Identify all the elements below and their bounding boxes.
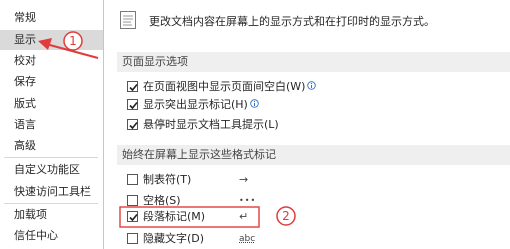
nav-divider — [4, 157, 98, 158]
checkbox-unchecked[interactable] — [127, 174, 138, 185]
paragraph-mark-icon: ↵ — [239, 210, 249, 223]
option-label: 段落标记(M) — [143, 210, 206, 223]
nav-item-advanced[interactable]: 高级 — [0, 136, 103, 156]
option-label: 在页面视图中显示页面间空白(W) — [143, 80, 306, 93]
space-mark-icon: ••• — [239, 196, 257, 205]
section-header-formatting-marks: 始终在屏幕上显示这些格式标记 — [117, 145, 510, 165]
checkbox-unchecked[interactable] — [127, 233, 138, 244]
nav-item-trust-center[interactable]: 信任中心 — [0, 226, 103, 246]
checkbox-checked[interactable] — [127, 99, 138, 110]
nav-item-quick-access-toolbar[interactable]: 快速访问工具栏 — [0, 182, 103, 202]
hidden-text-mark-icon: abc — [239, 234, 256, 244]
nav-item-display[interactable]: 显示 — [0, 30, 103, 50]
display-settings-icon — [120, 11, 142, 32]
tab-mark-icon: → — [239, 173, 249, 186]
nav-item-language[interactable]: 语言 — [0, 115, 103, 135]
nav-item-customize-ribbon[interactable]: 自定义功能区 — [0, 160, 103, 180]
info-icon — [250, 97, 259, 113]
option-label: 制表符(T) — [143, 173, 192, 186]
options-content: 更改文档内容在屏幕上的显示方式和在打印时的显示方式。 页面显示选项 在页面视图中… — [105, 0, 510, 249]
options-nav-pane: 常规 显示 校对 保存 版式 语言 高级 自定义功能区 快速访问工具栏 加载项 … — [0, 0, 104, 249]
nav-divider — [4, 203, 98, 204]
checkbox-checked[interactable] — [127, 119, 138, 130]
section-header-page-display: 页面显示选项 — [117, 52, 510, 72]
info-icon — [307, 79, 317, 95]
nav-item-save[interactable]: 保存 — [0, 72, 103, 92]
checkbox-checked[interactable] — [127, 211, 138, 222]
checkbox-checked[interactable] — [127, 81, 138, 92]
option-label: 隐藏文字(D) — [143, 232, 205, 245]
nav-item-addins[interactable]: 加载项 — [0, 205, 103, 225]
nav-item-general[interactable]: 常规 — [0, 8, 103, 28]
checkbox-unchecked[interactable] — [127, 195, 138, 206]
nav-item-layout[interactable]: 版式 — [0, 94, 103, 114]
option-label: 悬停时显示文档工具提示(L) — [143, 118, 279, 131]
option-label: 空格(S) — [143, 194, 181, 207]
page-description: 更改文档内容在屏幕上的显示方式和在打印时的显示方式。 — [149, 15, 435, 28]
nav-item-proofing[interactable]: 校对 — [0, 51, 103, 71]
option-label: 显示突出显示标记(H) — [143, 98, 248, 111]
